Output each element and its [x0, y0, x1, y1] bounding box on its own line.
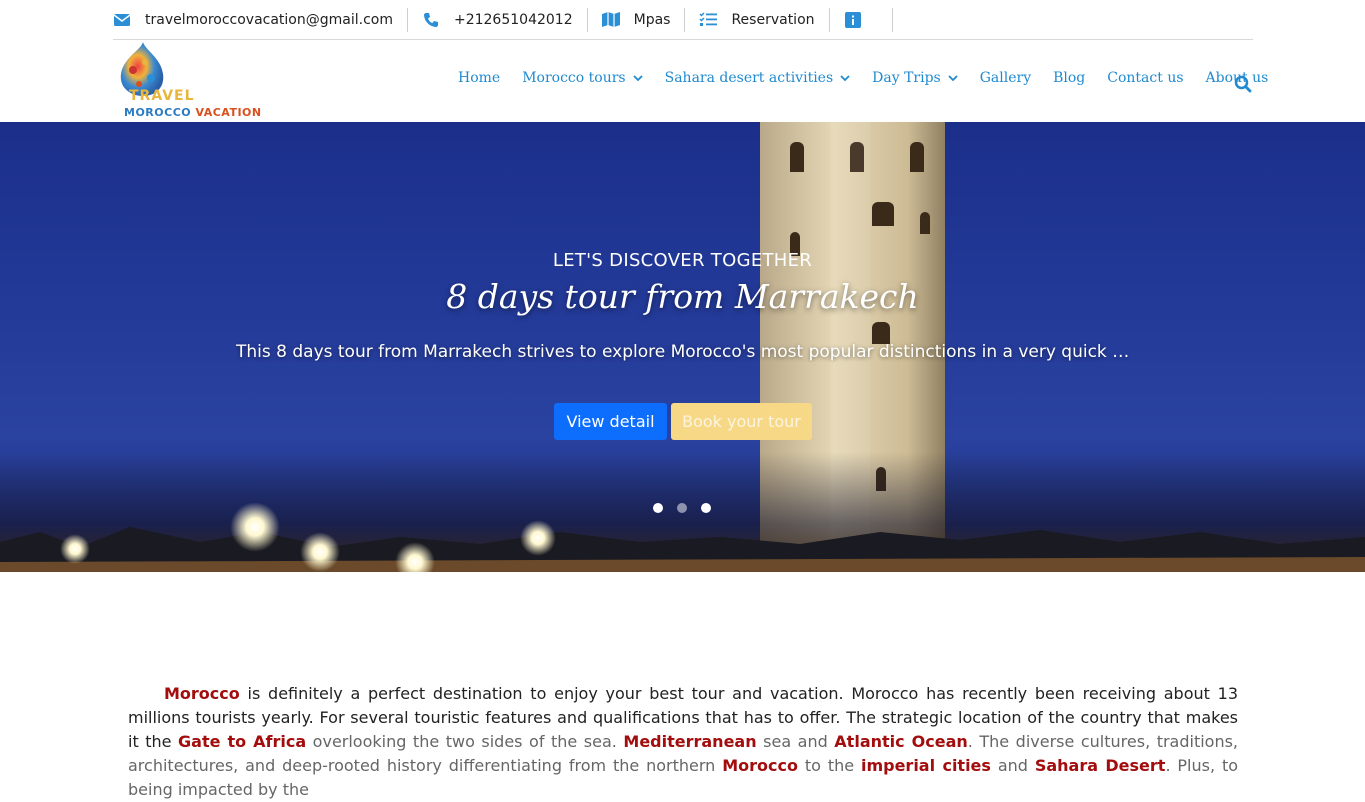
phone-link[interactable]: +212651042012 — [406, 7, 587, 32]
logo-line2: MOROCCO VACATION — [124, 106, 262, 119]
highlight-link[interactable]: Atlantic Ocean — [834, 732, 967, 751]
logo-line1: TRAVEL — [129, 88, 195, 104]
nav-sahara-activities[interactable]: Sahara desert activities — [665, 70, 851, 86]
logo-line2b: VACATION — [195, 106, 262, 119]
city-light — [300, 532, 340, 572]
highlight-link[interactable]: Morocco — [722, 756, 798, 775]
info-link[interactable] — [828, 7, 892, 32]
hero-title: 8 days tour from Marrakech — [446, 277, 919, 316]
nav-morocco-tours[interactable]: Morocco tours — [522, 70, 643, 86]
chevron-down-icon — [632, 75, 643, 82]
view-detail-button[interactable]: View detail — [554, 403, 667, 440]
highlight-link[interactable]: imperial cities — [861, 756, 991, 775]
nav-gallery-label: Gallery — [979, 70, 1032, 86]
intro-section: Morocco is definitely a perfect destinat… — [128, 682, 1238, 802]
main-nav: Home Morocco tours Sahara desert activit… — [458, 70, 1290, 86]
highlight-link[interactable]: Morocco — [164, 684, 240, 703]
nav-contact-label: Contact us — [1107, 70, 1184, 86]
logo-line2a: MOROCCO — [124, 106, 196, 119]
highlight-link[interactable]: Sahara Desert — [1035, 756, 1166, 775]
email-link[interactable]: travelmoroccovacation@gmail.com — [113, 8, 407, 32]
paragraph-text: to the — [797, 756, 861, 775]
topbar-divider — [891, 7, 893, 32]
paragraph-text: overlooking the two sides of the sea. — [306, 732, 624, 751]
hero-description: This 8 days tour from Marrakech strives … — [236, 342, 1131, 362]
slider-dot-2[interactable] — [677, 503, 687, 513]
highlight-link[interactable]: Mediterranean — [623, 732, 756, 751]
envelope-icon — [113, 12, 131, 28]
nav-day-trips[interactable]: Day Trips — [872, 70, 958, 86]
phone-text: +212651042012 — [453, 11, 573, 28]
paragraph-text: and — [990, 756, 1035, 775]
chevron-down-icon — [948, 75, 958, 82]
nav-home-label: Home — [458, 70, 501, 86]
city-light — [230, 502, 280, 552]
nav-day-trips-label: Day Trips — [872, 70, 941, 86]
checklist-icon — [699, 12, 718, 28]
book-tour-button[interactable]: Book your tour — [671, 403, 812, 440]
nav-morocco-tours-label: Morocco tours — [522, 70, 626, 86]
nav-contact[interactable]: Contact us — [1107, 70, 1183, 86]
nav-gallery[interactable]: Gallery — [980, 70, 1031, 86]
phone-icon — [422, 12, 440, 28]
hero-subtitle: LET'S DISCOVER TOGETHER — [552, 250, 813, 271]
email-text: travelmoroccovacation@gmail.com — [145, 11, 393, 28]
info-icon — [844, 11, 862, 28]
site-logo[interactable]: TRAVEL MOROCCO VACATION — [115, 40, 262, 120]
chevron-down-icon — [840, 75, 850, 82]
site-header: TRAVEL MOROCCO VACATION Home Morocco tou… — [0, 40, 1365, 122]
maps-text: Mpas — [633, 11, 671, 28]
nav-blog[interactable]: Blog — [1053, 70, 1085, 86]
slider-dots — [653, 503, 725, 513]
hero-slider: LET'S DISCOVER TOGETHER 8 days tour from… — [0, 122, 1365, 572]
nav-sahara-label: Sahara desert activities — [664, 70, 834, 86]
search-icon[interactable] — [1234, 75, 1252, 93]
reservation-link[interactable]: Reservation — [684, 7, 828, 32]
nav-home[interactable]: Home — [458, 70, 500, 86]
maps-link[interactable]: Mpas — [586, 7, 685, 32]
highlight-link[interactable]: Gate to Africa — [178, 732, 306, 751]
city-light — [520, 520, 556, 556]
slider-dot-3[interactable] — [701, 503, 711, 513]
paragraph-text: sea and — [756, 732, 835, 751]
intro-paragraph: Morocco is definitely a perfect destinat… — [128, 682, 1238, 802]
nav-blog-label: Blog — [1053, 70, 1086, 86]
slider-dot-1[interactable] — [653, 503, 663, 513]
reservation-text: Reservation — [731, 11, 815, 28]
top-info-bar: travelmoroccovacation@gmail.com +2126510… — [113, 0, 1253, 40]
city-light — [60, 534, 90, 564]
map-icon — [601, 12, 620, 28]
